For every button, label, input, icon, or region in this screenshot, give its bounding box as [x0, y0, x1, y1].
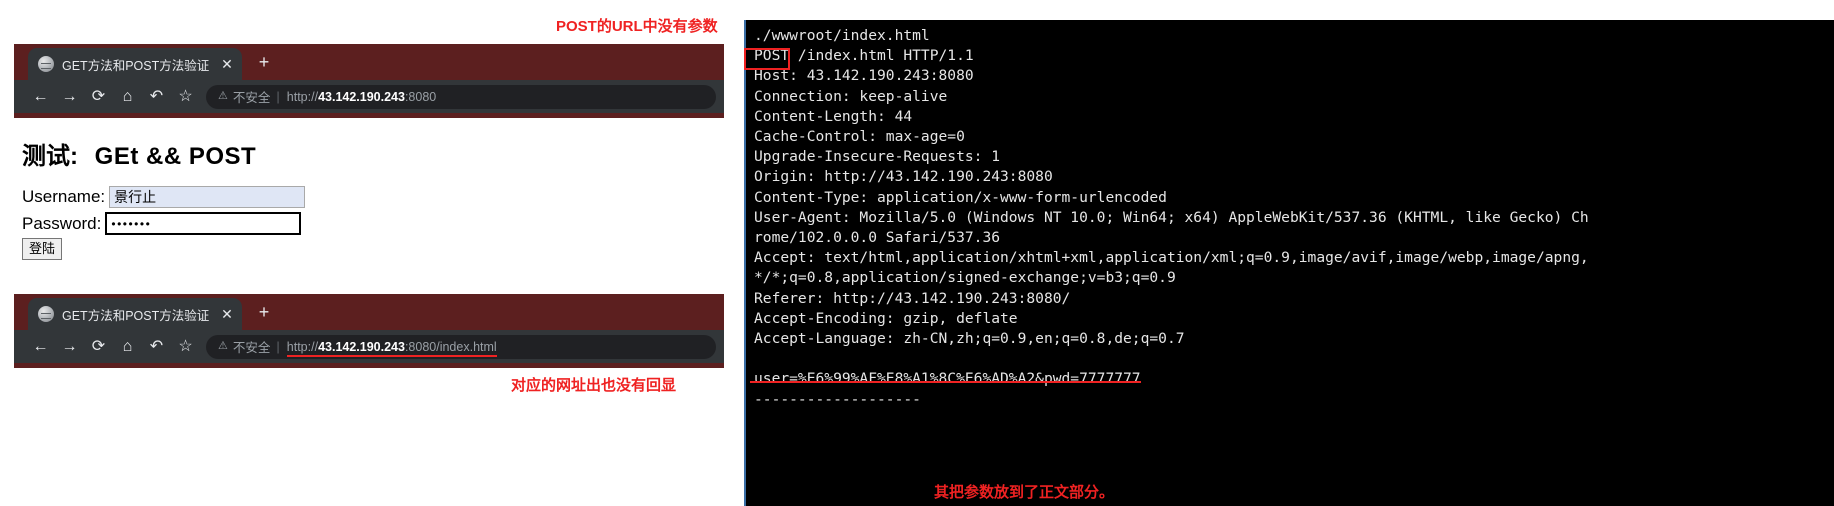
globe-favicon	[38, 306, 54, 322]
url-port: :8080	[404, 89, 437, 104]
forward-arrow-icon[interactable]: →	[55, 338, 84, 355]
terminal-lines: ./wwwroot/index.html POST /index.html HTT…	[754, 26, 1834, 410]
browser-window-2: GET方法和POST方法验证 ✕ + ← → ⟳ ⌂ ↶ ☆ ⚠ 不安全 | h…	[14, 294, 724, 368]
globe-favicon	[38, 56, 54, 72]
http-request-dump: ./wwwroot/index.html POST /index.html HTT…	[744, 20, 1834, 506]
back-arrow-icon[interactable]: ←	[26, 338, 55, 355]
url-port: :8080	[404, 339, 437, 354]
reload-icon[interactable]: ⟳	[84, 88, 113, 105]
omnibox-separator: |	[276, 339, 280, 354]
password-label: Password:	[22, 213, 102, 233]
url-text-2: http://43.142.190.243:8080/index.html	[286, 339, 497, 357]
terminal-line-3: Connection: keep-alive	[754, 87, 948, 105]
close-icon[interactable]: ✕	[218, 307, 236, 321]
username-label: Username:	[22, 187, 106, 206]
terminal-line-7: Origin: http://43.142.190.243:8080	[754, 168, 1053, 186]
url-red-underline	[286, 354, 497, 357]
omnibox-separator: |	[276, 89, 280, 104]
terminal-line-6: Upgrade-Insecure-Requests: 1	[754, 148, 1001, 166]
tab-get-post-2[interactable]: GET方法和POST方法验证 ✕	[28, 298, 242, 330]
back-arrow-icon[interactable]: ←	[26, 88, 55, 105]
terminal-line-8: Content-Type: application/x-www-form-url…	[754, 188, 1167, 206]
new-tab-button[interactable]: +	[254, 53, 274, 71]
tabstrip-1: GET方法和POST方法验证 ✕ +	[14, 44, 724, 80]
warning-triangle-icon: ⚠	[218, 340, 228, 352]
tab-get-post-1[interactable]: GET方法和POST方法验证 ✕	[28, 48, 242, 80]
reload-icon[interactable]: ⟳	[84, 338, 113, 355]
security-status-label: 不安全	[232, 91, 271, 105]
password-row: Password: •••••••	[22, 212, 302, 235]
terminal-line-15: Accept-Language: zh-CN,zh;q=0.9,en;q=0.8…	[754, 330, 1185, 348]
post-body-red-underline	[750, 381, 1141, 383]
undo-icon[interactable]: ↶	[142, 338, 171, 355]
annotation-post-url-no-params: POST的URL中没有参数	[556, 18, 718, 35]
screenshot-root: POST的URL中没有参数 GET方法和POST方法验证 ✕ + ← → ⟳ ⌂…	[0, 0, 1834, 506]
bookmark-star-icon[interactable]: ☆	[171, 88, 200, 105]
tab-title: GET方法和POST方法验证	[62, 58, 210, 73]
terminal-line-2: Host: 43.142.190.243:8080	[754, 67, 974, 85]
terminal-line-11: Accept: text/html,application/xhtml+xml,…	[754, 249, 1589, 267]
terminal-line-18: -------------------	[754, 390, 921, 408]
warning-triangle-icon: ⚠	[218, 90, 228, 102]
page-title-en: GEt && POST	[94, 143, 257, 170]
annotation-no-echo-in-url: 对应的网址出也没有回显	[511, 377, 677, 394]
close-icon[interactable]: ✕	[218, 57, 236, 71]
address-bar-1[interactable]: ⚠ 不安全 | http://43.142.190.243:8080	[206, 84, 716, 109]
annotation-params-in-body: 其把参数放到了正文部分。	[934, 484, 1115, 501]
page-title: 测试: GEt && POST	[22, 136, 256, 171]
tabstrip-2: GET方法和POST方法验证 ✕ +	[14, 294, 724, 330]
username-input[interactable]: 景行止	[109, 186, 306, 208]
tab-title: GET方法和POST方法验证	[62, 308, 210, 323]
url-text-1: http://43.142.190.243:8080	[287, 90, 436, 104]
terminal-line-10: rome/102.0.0.0 Safari/537.36	[754, 229, 1001, 247]
home-icon[interactable]: ⌂	[113, 338, 142, 355]
terminal-line-12: */*;q=0.8,application/signed-exchange;v=…	[754, 269, 1176, 287]
password-input[interactable]: •••••••	[105, 212, 302, 235]
browser-window-1: GET方法和POST方法验证 ✕ + ← → ⟳ ⌂ ↶ ☆ ⚠ 不安全 | h…	[14, 44, 724, 118]
new-tab-button[interactable]: +	[254, 303, 274, 321]
url-scheme: http://	[286, 339, 319, 354]
toolbar-2: ← → ⟳ ⌂ ↶ ☆ ⚠ 不安全 | http://43.142.190.24…	[14, 330, 724, 363]
security-status-label: 不安全	[232, 341, 271, 355]
home-icon[interactable]: ⌂	[113, 88, 142, 105]
terminal-line-0: ./wwwroot/index.html	[754, 27, 930, 44]
bookmark-star-icon[interactable]: ☆	[171, 338, 200, 355]
terminal-line-13: Referer: http://43.142.190.243:8080/	[754, 289, 1071, 307]
login-button[interactable]: 登陆	[22, 238, 63, 261]
terminal-line-17: user=%E6%99%AF%E8%A1%8C%E6%AD%A2&pwd=777…	[754, 370, 1141, 388]
toolbar-1: ← → ⟳ ⌂ ↶ ☆ ⚠ 不安全 | http://43.142.190.24…	[14, 80, 724, 113]
address-bar-2[interactable]: ⚠ 不安全 | http://43.142.190.243:8080/index…	[206, 334, 716, 359]
terminal-line-5: Cache-Control: max-age=0	[754, 128, 965, 146]
username-row: Username: 景行止	[22, 186, 306, 208]
url-host: 43.142.190.243	[318, 89, 405, 104]
terminal-line-4: Content-Length: 44	[754, 107, 913, 125]
undo-icon[interactable]: ↶	[142, 88, 171, 105]
url-path: /index.html	[436, 339, 497, 354]
terminal-line-9: User-Agent: Mozilla/5.0 (Windows NT 10.0…	[754, 208, 1589, 226]
terminal-line-16	[754, 349, 1834, 369]
terminal-line-1: POST /index.html HTTP/1.1	[754, 47, 974, 65]
forward-arrow-icon[interactable]: →	[55, 88, 84, 105]
url-scheme: http://	[286, 89, 319, 104]
terminal-line-14: Accept-Encoding: gzip, deflate	[754, 309, 1018, 327]
url-host: 43.142.190.243	[318, 339, 405, 354]
page-title-cn: 测试:	[22, 143, 78, 170]
